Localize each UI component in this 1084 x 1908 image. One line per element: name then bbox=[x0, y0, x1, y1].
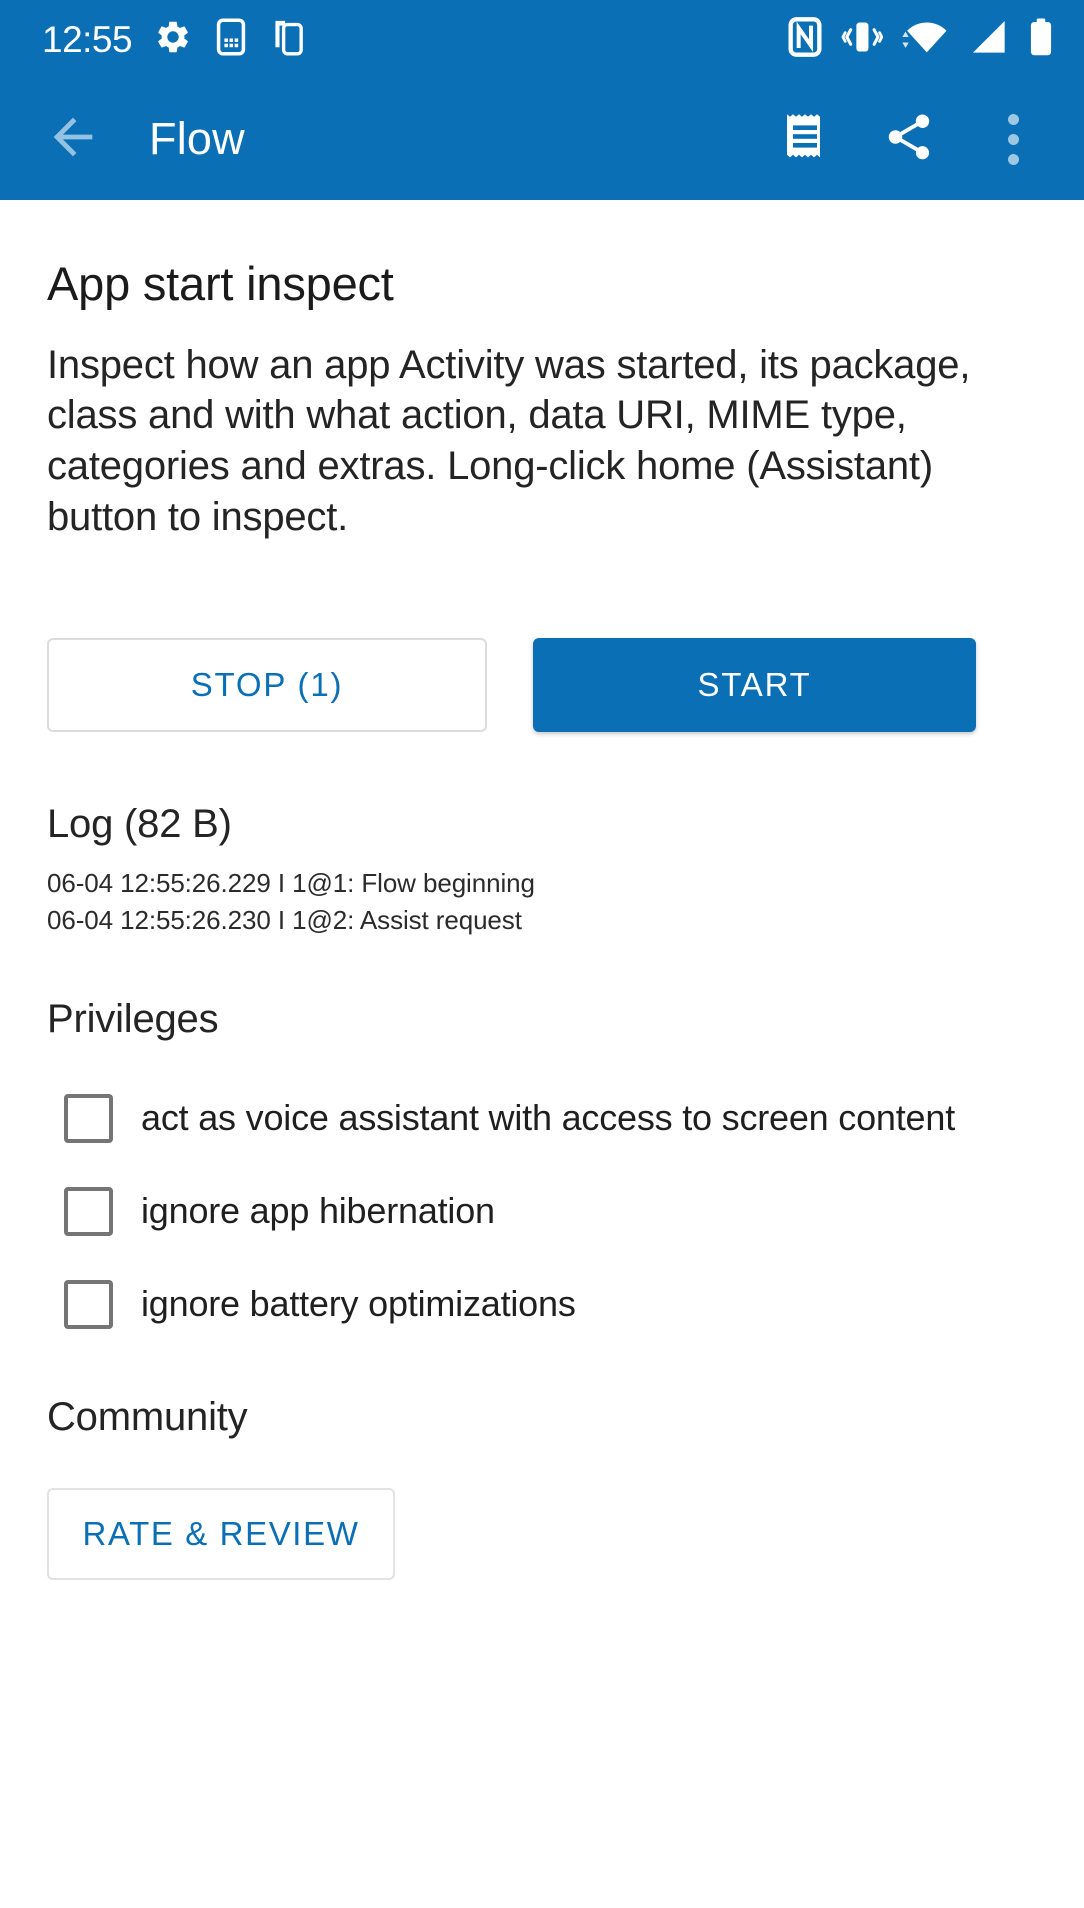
privilege-label: act as voice assistant with access to sc… bbox=[141, 1097, 955, 1139]
app-bar-title: Flow bbox=[149, 113, 245, 164]
privilege-row-voice-assistant[interactable]: act as voice assistant with access to sc… bbox=[47, 1093, 1037, 1143]
privilege-row-battery-optimizations[interactable]: ignore battery optimizations bbox=[47, 1279, 1037, 1329]
stop-button[interactable]: STOP (1) bbox=[47, 637, 487, 732]
nfc-icon bbox=[788, 16, 822, 62]
log-entry: 06-04 12:55:26.229 I 1@1: Flow beginning bbox=[47, 867, 535, 898]
gear-icon bbox=[154, 18, 192, 61]
privilege-label: ignore battery optimizations bbox=[141, 1283, 576, 1325]
app-screen: 12:55 Flow App start inspect Inspect how… bbox=[0, 0, 1084, 1908]
checkbox-battery-optimizations[interactable] bbox=[64, 1279, 113, 1329]
app-bar: Flow bbox=[0, 78, 1084, 200]
overflow-menu-icon bbox=[1007, 113, 1019, 165]
main-content: App start inspect Inspect how an app Act… bbox=[0, 258, 1084, 1580]
log-entry: 06-04 12:55:26.230 I 1@2: Assist request bbox=[47, 904, 522, 935]
back-arrow-icon bbox=[44, 108, 102, 171]
checkbox-voice-assistant[interactable] bbox=[64, 1093, 113, 1143]
community-section-title: Community bbox=[47, 1394, 248, 1439]
status-bar-right bbox=[788, 16, 1054, 62]
privileges-section-title: Privileges bbox=[47, 996, 219, 1041]
sim-card-icon bbox=[214, 17, 248, 61]
overflow-menu-button[interactable] bbox=[980, 106, 1046, 172]
status-clock: 12:55 bbox=[42, 18, 133, 60]
privilege-label: ignore app hibernation bbox=[141, 1190, 495, 1232]
log-button[interactable] bbox=[772, 106, 838, 172]
privilege-row-app-hibernation[interactable]: ignore app hibernation bbox=[47, 1186, 1037, 1236]
page-description: Inspect how an app Activity was started,… bbox=[47, 342, 971, 540]
page-title: App start inspect bbox=[47, 257, 394, 310]
log-receipt-icon bbox=[780, 109, 830, 170]
log-section-title: Log (82 B) bbox=[47, 801, 232, 846]
share-icon bbox=[882, 110, 936, 169]
battery-icon bbox=[1028, 17, 1054, 62]
start-button[interactable]: START bbox=[533, 637, 976, 732]
rate-and-review-button[interactable]: RATE & REVIEW bbox=[47, 1487, 395, 1580]
share-button[interactable] bbox=[876, 106, 942, 172]
back-button[interactable] bbox=[36, 102, 110, 176]
multi-window-icon bbox=[270, 18, 306, 61]
status-bar-left: 12:55 bbox=[42, 17, 306, 61]
cellular-signal-icon bbox=[969, 18, 1009, 61]
action-button-row: STOP (1) START bbox=[47, 637, 1037, 732]
vibrate-icon bbox=[841, 18, 884, 61]
wifi-icon bbox=[902, 18, 950, 61]
log-output[interactable]: 06-04 12:55:26.229 I 1@1: Flow beginning… bbox=[47, 865, 1037, 939]
checkbox-app-hibernation[interactable] bbox=[64, 1186, 113, 1236]
app-bar-actions bbox=[772, 106, 1056, 172]
status-bar: 12:55 bbox=[0, 0, 1084, 78]
